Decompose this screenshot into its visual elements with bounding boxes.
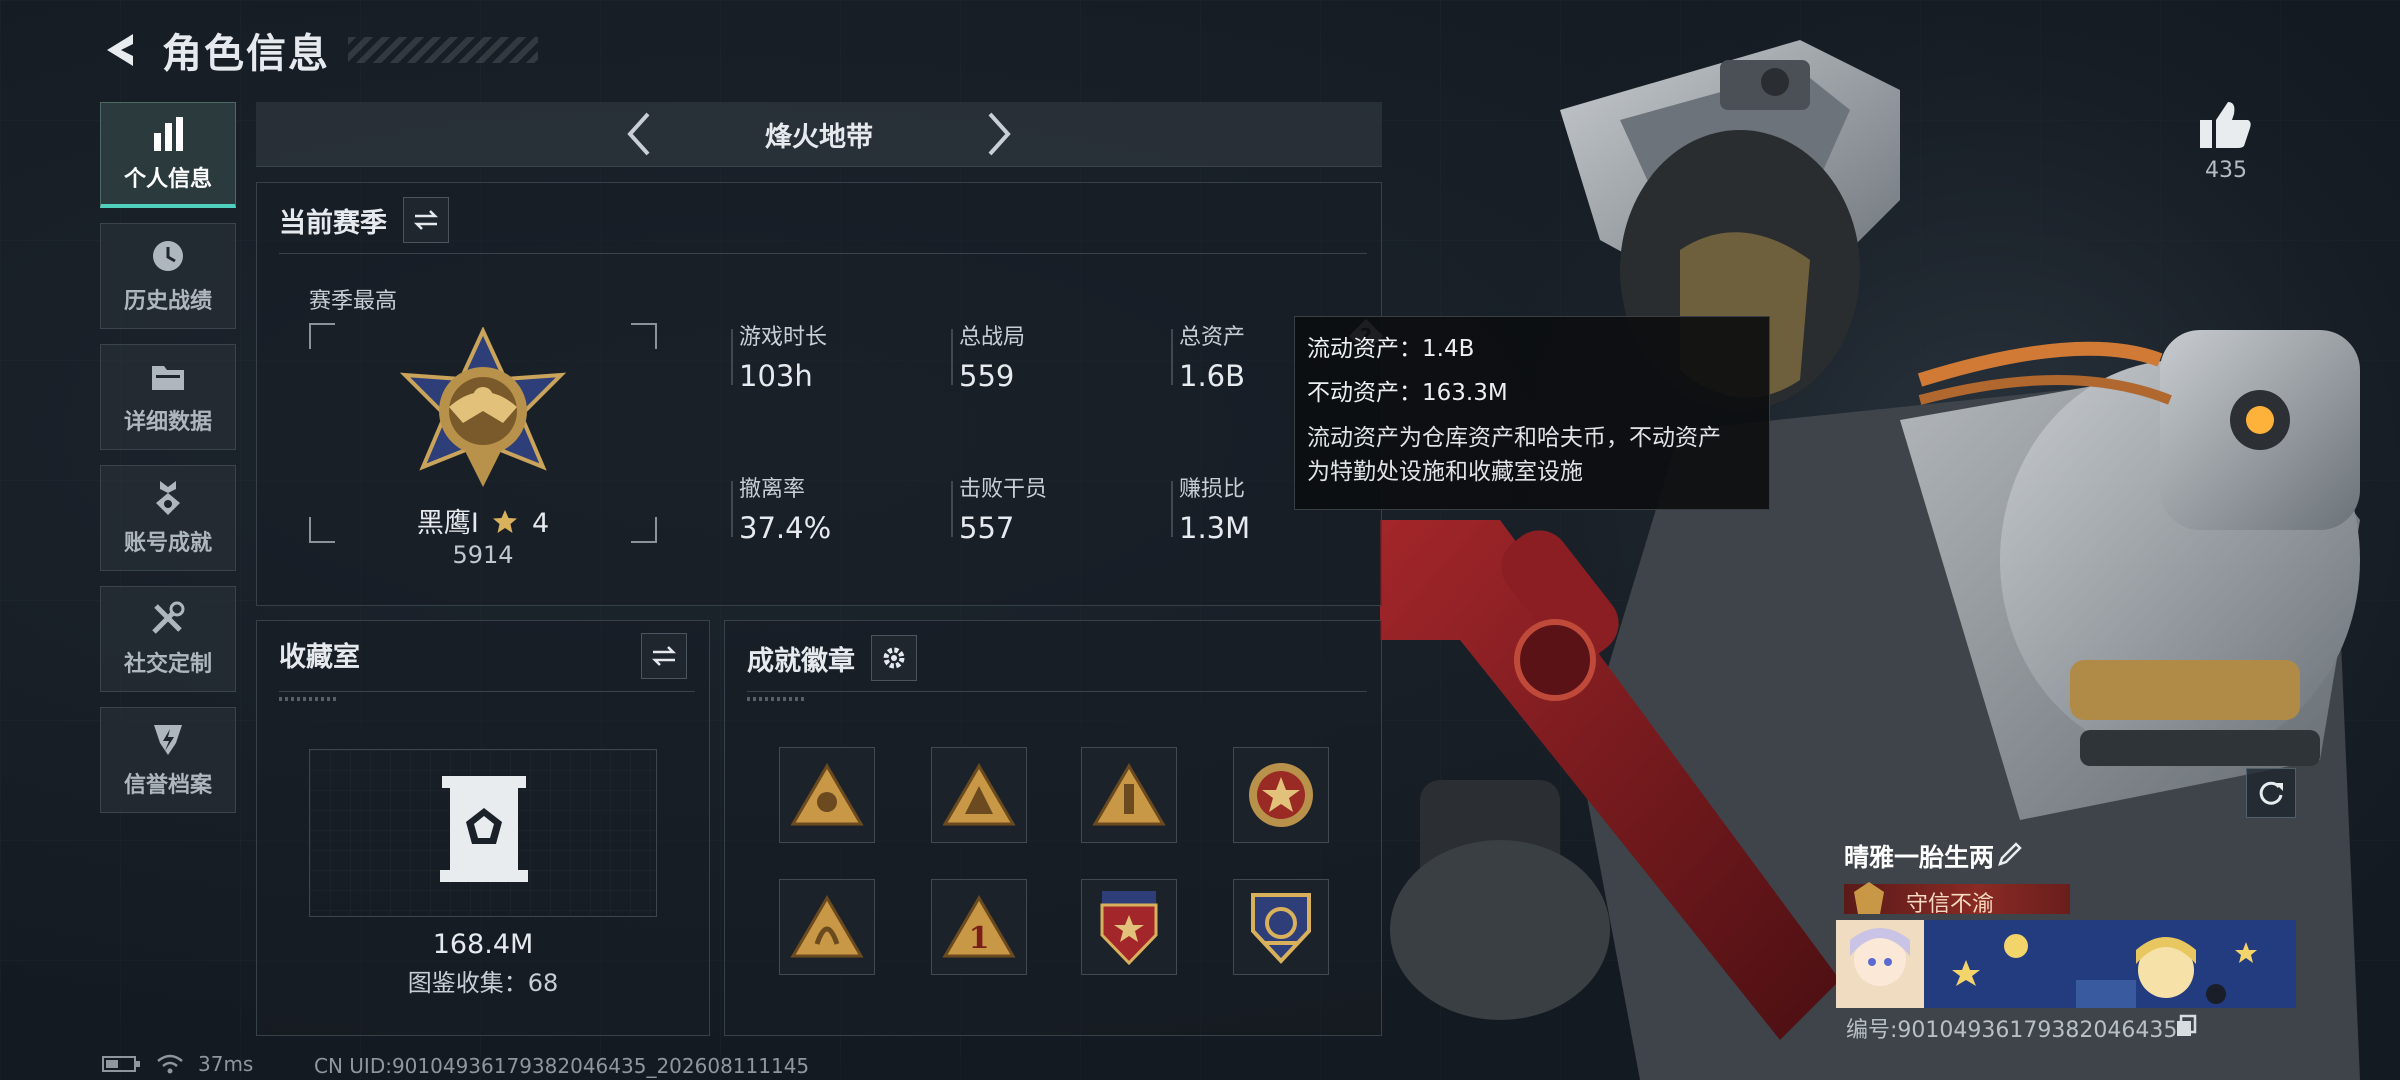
season-switch-button[interactable] bbox=[403, 197, 449, 243]
collection-panel: 收藏室 168.4M 图鉴收集：68 bbox=[256, 620, 710, 1036]
sidebar-item-label: 历史战绩 bbox=[123, 289, 212, 314]
refresh-button[interactable] bbox=[2246, 768, 2296, 818]
divider bbox=[747, 691, 1367, 692]
sidebar-item-history[interactable]: 历史战绩 bbox=[100, 223, 236, 329]
sidebar-item-label: 信誉档案 bbox=[123, 773, 212, 798]
season-panel: 当前赛季 赛季最高 黑鹰I 4 5914 游戏时长 103h 总战局 559 总… bbox=[256, 182, 1383, 606]
tools-icon bbox=[152, 601, 185, 634]
sidebar-item-detailed-data[interactable]: 详细数据 bbox=[100, 344, 236, 450]
rank-score: 5914 bbox=[452, 541, 514, 569]
sidebar-item-label: 个人信息 bbox=[123, 166, 212, 192]
season-title: 当前赛季 bbox=[279, 207, 387, 239]
bar-chart-icon bbox=[154, 116, 183, 151]
divider-dots bbox=[279, 697, 339, 701]
divider bbox=[279, 691, 695, 692]
star-shield-badge-icon bbox=[1249, 763, 1313, 827]
rank-name: 黑鹰I 4 bbox=[416, 508, 550, 539]
rank-emblem-icon bbox=[399, 327, 567, 487]
page-title: 角色信息 bbox=[162, 31, 330, 77]
tooltip-liquid-assets: 流动资产：1.4B bbox=[1307, 336, 1475, 362]
badge-item[interactable] bbox=[1233, 747, 1329, 843]
back-arrow-icon[interactable] bbox=[96, 25, 146, 75]
frame-corner bbox=[309, 323, 335, 349]
chevron-right-icon bbox=[988, 112, 1011, 156]
chevron-left-icon bbox=[627, 112, 650, 156]
badge-item[interactable] bbox=[931, 747, 1027, 843]
asset-tooltip: 流动资产：1.4B 不动资产：163.3M 流动资产为仓库资产和哈夫币，不动资产… bbox=[1294, 316, 1770, 510]
thumbs-up-icon[interactable] bbox=[2196, 100, 2254, 154]
tooltip-description: 流动资产为仓库资产和哈夫币，不动资产 为特勤处设施和收藏室设施 bbox=[1307, 425, 1721, 485]
tooltip-fixed-assets: 不动资产：163.3M bbox=[1307, 380, 1508, 406]
collection-count: 图鉴收集：68 bbox=[407, 969, 559, 997]
season-best-label: 赛季最高 bbox=[309, 289, 398, 314]
triangle-badge-icon bbox=[790, 895, 864, 958]
badge-item[interactable] bbox=[1081, 879, 1177, 975]
profile-banner[interactable] bbox=[1836, 920, 2296, 1008]
star-icon bbox=[493, 510, 518, 533]
badge-item[interactable] bbox=[1233, 879, 1329, 975]
collection-value: 168.4M bbox=[432, 929, 534, 960]
sidebar-item-account-achievements[interactable]: 账号成就 bbox=[100, 465, 236, 571]
badges-title: 成就徽章 bbox=[747, 645, 855, 677]
player-id: 编号:9010493617938204643​5 bbox=[1846, 1018, 2178, 1043]
collection-title: 收藏室 bbox=[279, 642, 360, 673]
badge-item[interactable] bbox=[779, 879, 875, 975]
stat-extraction-rate: 撤离率 37.4% bbox=[731, 471, 939, 545]
stat-operators-defeated: 击败干员 557 bbox=[951, 471, 1159, 545]
header-decoration bbox=[348, 37, 538, 63]
medal-icon bbox=[156, 481, 180, 515]
uid-text: CN UID:9010493617938204643​5_20260811114… bbox=[314, 1054, 810, 1078]
edit-icon[interactable] bbox=[1996, 840, 2024, 872]
shield-badge-icon bbox=[1251, 893, 1311, 964]
sidebar-item-label: 账号成就 bbox=[123, 531, 212, 556]
collection-switch-button[interactable] bbox=[641, 633, 687, 679]
clock-history-icon bbox=[153, 241, 183, 271]
like-count: 435 bbox=[2205, 158, 2247, 183]
copy-icon[interactable] bbox=[2174, 1014, 2198, 1042]
header: 角色信息 bbox=[96, 20, 538, 80]
badge-item[interactable]: 1 bbox=[931, 879, 1027, 975]
rank-display: 黑鹰I 4 5914 bbox=[309, 323, 657, 569]
triangle-badge-icon bbox=[942, 763, 1016, 826]
refresh-icon bbox=[2259, 781, 2283, 805]
sidebar: 个人信息 历史战绩 详细数据 账号成就 社交定制 信誉档案 bbox=[100, 102, 238, 828]
stat-total-matches: 总战局 559 bbox=[951, 319, 1159, 393]
swap-icon bbox=[651, 646, 677, 666]
mode-title: 烽火地带 bbox=[765, 121, 873, 153]
badge-item[interactable] bbox=[1081, 747, 1177, 843]
sidebar-item-label: 社交定制 bbox=[123, 652, 212, 677]
frame-corner bbox=[631, 323, 657, 349]
display-case-icon bbox=[440, 776, 528, 882]
mode-next-button[interactable] bbox=[969, 104, 1029, 164]
player-title: 守信不渝 bbox=[1906, 892, 1995, 917]
title-emblem-icon bbox=[1854, 882, 1884, 914]
swap-icon bbox=[413, 210, 439, 230]
status-bar: 37ms bbox=[102, 1052, 253, 1076]
divider-dots bbox=[747, 697, 807, 701]
mode-selector: 烽火地带 bbox=[256, 102, 1382, 167]
mode-prev-button[interactable] bbox=[609, 104, 669, 164]
badge-item[interactable] bbox=[779, 747, 875, 843]
badges-panel: 成就徽章 1 bbox=[724, 620, 1382, 1036]
wifi-icon bbox=[157, 1054, 183, 1074]
sidebar-item-credit-record[interactable]: 信誉档案 bbox=[100, 707, 236, 813]
sidebar-item-label: 详细数据 bbox=[123, 410, 212, 435]
player-name: 晴雅一胎生两 bbox=[1844, 843, 1995, 872]
svg-text:1: 1 bbox=[969, 921, 990, 956]
battery-icon bbox=[102, 1056, 140, 1072]
number-one-badge-icon: 1 bbox=[942, 895, 1016, 958]
folder-icon bbox=[152, 366, 184, 390]
stat-play-time: 游戏时长 103h bbox=[731, 319, 939, 393]
crest-badge-icon bbox=[1100, 891, 1158, 966]
sidebar-item-personal-info[interactable]: 个人信息 bbox=[100, 102, 236, 208]
collection-preview[interactable] bbox=[309, 749, 657, 917]
divider bbox=[279, 253, 1367, 254]
ping-value: 37ms bbox=[198, 1052, 254, 1076]
triangle-badge-icon bbox=[1092, 763, 1166, 826]
badges-settings-button[interactable] bbox=[871, 635, 917, 681]
sidebar-item-social-custom[interactable]: 社交定制 bbox=[100, 586, 236, 692]
shield-lightning-icon bbox=[154, 725, 182, 755]
triangle-badge-icon bbox=[790, 763, 864, 826]
gear-icon bbox=[883, 647, 905, 669]
